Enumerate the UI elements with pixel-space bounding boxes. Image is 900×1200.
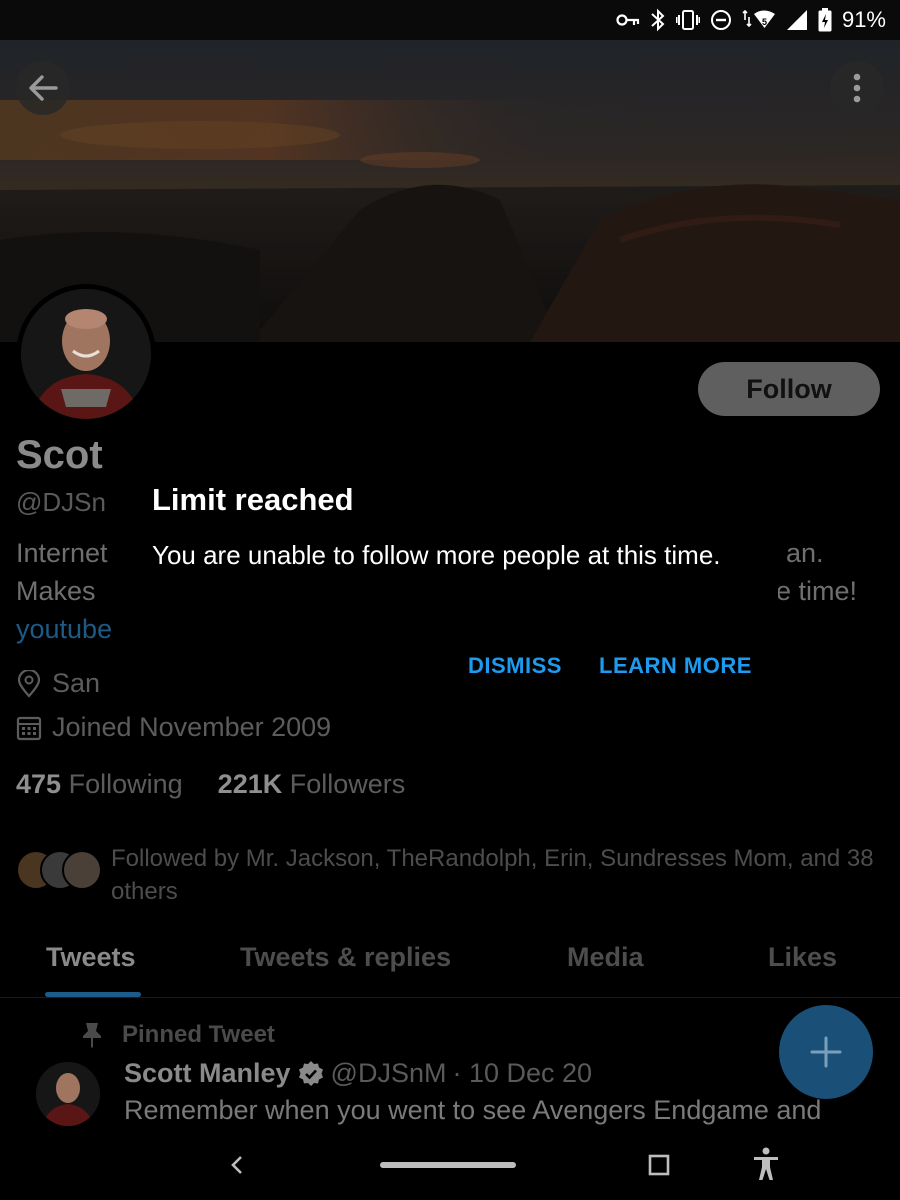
tweet-header: Scott Manley @DJSnM · 10 Dec 20 <box>124 1058 592 1089</box>
profile-banner[interactable] <box>0 40 900 342</box>
learn-more-button[interactable]: LEARN MORE <box>599 653 752 679</box>
followers-label: Followers <box>289 769 406 799</box>
bluetooth-icon <box>650 8 666 32</box>
nav-recents-button[interactable] <box>644 1150 674 1180</box>
tweet-author-handle: @DJSnM <box>330 1058 447 1088</box>
dismiss-button[interactable]: DISMISS <box>468 653 562 679</box>
avatar <box>62 850 102 890</box>
chevron-left-icon <box>231 1156 242 1174</box>
back-button[interactable] <box>16 61 70 115</box>
location-text: San <box>52 668 101 698</box>
vpn-key-icon <box>616 13 640 27</box>
profile-name-text: Scot <box>16 433 103 477</box>
more-options-button[interactable] <box>830 61 884 115</box>
wifi-icon: 5 <box>742 8 776 32</box>
wifi-badge: 5 <box>762 17 767 27</box>
profile-avatar[interactable] <box>16 284 156 424</box>
location-pin-icon <box>17 669 41 698</box>
tab-tweets-and-replies[interactable]: Tweets & replies <box>240 942 451 973</box>
dialog-message: You are unable to follow more people at … <box>152 540 721 570</box>
tab-indicator <box>45 992 141 997</box>
tweet-text[interactable]: Remember when you went to see Avengers E… <box>124 1095 821 1126</box>
home-handle-bar <box>380 1162 516 1168</box>
joined-text: Joined November 2009 <box>52 712 332 742</box>
dialog-title: Limit reached <box>152 482 354 517</box>
nav-back-button[interactable] <box>222 1150 252 1180</box>
avatar-image <box>21 289 151 419</box>
tab-media[interactable]: Media <box>567 942 644 973</box>
calendar-icon <box>16 716 42 740</box>
followed-by[interactable]: Followed by Mr. Jackson, TheRandolph, Er… <box>16 842 886 912</box>
compose-tweet-button[interactable] <box>779 1005 873 1099</box>
profile-name: Scot <box>16 433 103 478</box>
following-label: Following <box>68 769 183 799</box>
limit-reached-dialog: Limit reached You are unable to follow m… <box>112 446 778 716</box>
bio-link[interactable]: youtube <box>16 614 112 645</box>
do-not-disturb-icon <box>710 9 732 31</box>
followed-by-avatars <box>16 850 106 894</box>
pinned-tweet-label: Pinned Tweet <box>80 1021 275 1049</box>
tab-tweets[interactable]: Tweets <box>46 942 136 973</box>
profile-joined: Joined November 2009 <box>16 712 331 743</box>
bio-line-2: Makes <box>16 576 96 606</box>
cellular-signal-icon <box>786 9 808 31</box>
profile-location: San <box>16 668 100 699</box>
tweet-date: · 10 Dec 20 <box>452 1058 593 1088</box>
tweet-avatar-image <box>36 1062 100 1126</box>
verified-badge-icon <box>298 1060 323 1086</box>
battery-percent: 91% <box>841 7 886 32</box>
followers-link[interactable]: 221K Followers <box>218 769 406 799</box>
nav-home-handle[interactable] <box>380 1160 516 1170</box>
profile-handle: @DJSn <box>16 487 106 517</box>
status-bar: 5 91% <box>0 0 900 40</box>
profile-tabs: Tweets Tweets & replies Media Likes <box>0 930 900 998</box>
battery-charging-icon <box>818 8 832 32</box>
followed-by-text: Followed by Mr. Jackson, TheRandolph, Er… <box>111 845 874 905</box>
accessibility-icon <box>754 1147 778 1180</box>
vibrate-icon <box>675 9 700 31</box>
tweet-author-name[interactable]: Scott Manley <box>124 1058 291 1089</box>
followers-count: 221K <box>217 769 283 799</box>
status-icons: 5 91% <box>616 6 886 34</box>
tweet-author-avatar[interactable] <box>36 1062 100 1126</box>
square-icon <box>648 1154 670 1176</box>
pin-icon <box>83 1023 101 1048</box>
bio-line-2-end: e time! <box>776 576 858 606</box>
follow-button[interactable]: Follow <box>698 362 880 416</box>
system-nav-bar <box>0 1128 900 1200</box>
bio-line-1: Internet <box>16 538 108 568</box>
tab-likes[interactable]: Likes <box>768 942 837 973</box>
arrow-left-icon <box>29 75 58 101</box>
following-link[interactable]: 475 Following <box>16 769 183 799</box>
banner-image <box>0 40 900 342</box>
more-vertical-icon <box>853 73 861 103</box>
follow-counts: 475 Following 221K Followers <box>16 769 405 800</box>
bio-line-1-end: an. <box>786 538 824 568</box>
following-count: 475 <box>16 769 62 799</box>
plus-icon <box>810 1036 842 1068</box>
nav-accessibility-button[interactable] <box>748 1146 784 1182</box>
pinned-text: Pinned Tweet <box>122 1021 275 1048</box>
